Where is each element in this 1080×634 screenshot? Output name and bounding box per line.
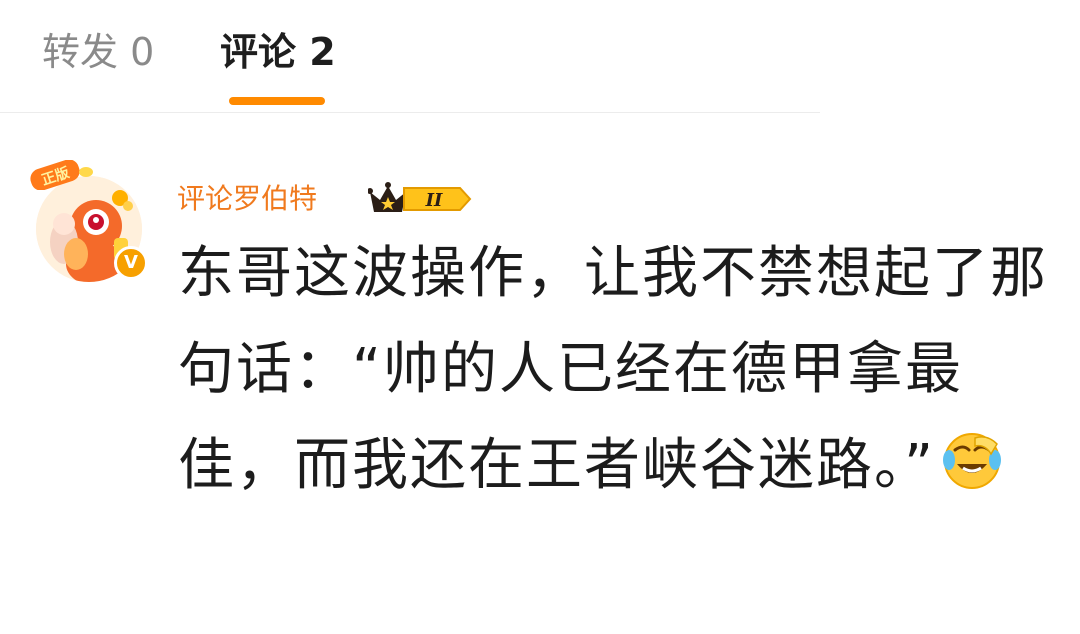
official-tag-icon: 正版 (30, 160, 93, 190)
rank-badge: II (368, 182, 472, 212)
crown-icon (368, 182, 409, 212)
comment-body: 东哥这波操作，让我不禁想起了那句话：“帅的人已经在德甲拿最佳，而我还在王者峡谷迷… (178, 226, 1058, 514)
commenter-username[interactable]: 评论罗伯特 (177, 179, 317, 219)
tab-reposts[interactable]: 转发 0 (42, 28, 154, 76)
verified-badge-icon: V (114, 246, 148, 280)
tab-comments[interactable]: 评论 2 (220, 28, 336, 76)
laugh-cry-emoji (943, 433, 1002, 489)
active-tab-indicator (229, 97, 325, 105)
commenter-avatar[interactable]: 正版 V (28, 160, 148, 282)
comment-text: 东哥这波操作，让我不禁想起了那句话：“帅的人已经在德甲拿最佳，而我还在王者峡谷迷… (178, 241, 1048, 498)
svg-text:II: II (425, 190, 443, 211)
tab-bar: 转发 0 评论 2 (0, 0, 820, 113)
